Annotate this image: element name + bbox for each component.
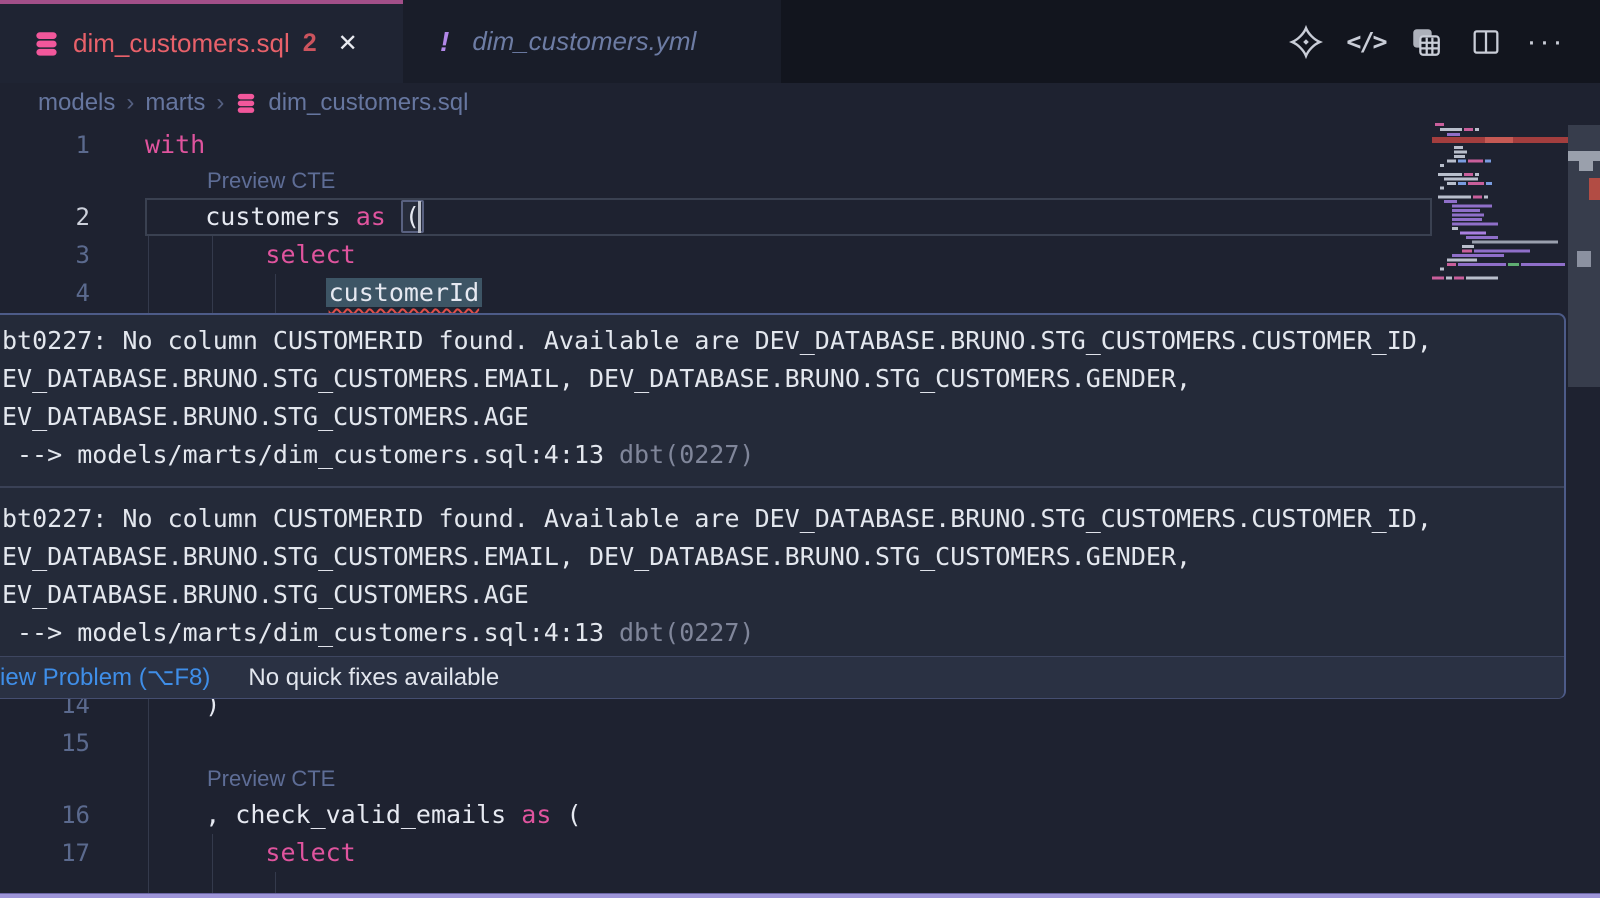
line-number: 16 [0, 796, 90, 834]
chevron-right-icon: › [126, 89, 134, 117]
text-cursor [418, 201, 421, 233]
tab-label: dim_customers.sql [73, 28, 290, 59]
error-message-line: EV_DATABASE.BRUNO.STG_CUSTOMERS.EMAIL, D… [0, 360, 1564, 398]
indent-guide [212, 236, 213, 313]
error-message-line: EV_DATABASE.BRUNO.STG_CUSTOMERS.AGE [0, 576, 1564, 614]
breadcrumb-file[interactable]: dim_customers.sql [268, 89, 468, 117]
tab-label: dim_customers.yml [472, 26, 696, 57]
line-number: 17 [0, 834, 90, 872]
line-number: 14 [0, 699, 90, 724]
line-number: 3 [0, 236, 90, 274]
no-quick-fixes-message: No quick fixes available [248, 664, 499, 692]
overview-ruler-marker [1579, 161, 1593, 171]
code-line-17[interactable]: 17 select [0, 834, 1432, 872]
indent-guide [148, 699, 149, 893]
code-line-15[interactable]: 15 [0, 724, 1432, 762]
dbt-power-user-icon[interactable] [1288, 24, 1324, 60]
error-source-code: dbt(0227) [619, 440, 754, 469]
overview-ruler-marker [1577, 251, 1591, 267]
line-number: 1 [0, 126, 90, 164]
problem-count-badge: 2 [303, 29, 317, 58]
indent-guide [148, 236, 149, 313]
compile-sql-icon[interactable]: </> [1348, 24, 1384, 60]
code-line-14[interactable]: 14 ) [0, 699, 1432, 724]
codelens-preview-cte[interactable]: Preview CTE [207, 164, 335, 198]
error-message-line: EV_DATABASE.BRUNO.STG_CUSTOMERS.EMAIL, D… [0, 538, 1564, 576]
chevron-right-icon: › [216, 89, 224, 117]
split-editor-icon[interactable] [1468, 24, 1504, 60]
minimap[interactable] [1432, 123, 1568, 313]
error-message-line: EV_DATABASE.BRUNO.STG_CUSTOMERS.AGE [0, 398, 1564, 436]
window-bottom-border [0, 893, 1600, 898]
line-number: 4 [0, 274, 90, 312]
close-icon[interactable]: ✕ [338, 29, 358, 58]
indent-guide [275, 872, 276, 893]
code-line-4[interactable]: 4 customerId [0, 274, 1432, 312]
error-hover-popup: bt0227: No column CUSTOMERID found. Avai… [0, 313, 1566, 699]
error-message-line: bt0227: No column CUSTOMERID found. Avai… [0, 322, 1564, 360]
code-line-2[interactable]: 2 customers as ( [0, 198, 1432, 236]
vscode-window: dim_customers.sql 2 ✕ ! dim_customers.ym… [0, 0, 1600, 898]
overview-ruler-error-marker [1589, 178, 1600, 200]
breadcrumb-models[interactable]: models [38, 89, 115, 117]
database-icon [33, 30, 60, 57]
database-icon [235, 92, 257, 114]
hover-divider [0, 486, 1564, 488]
code-line-3[interactable]: 3 select [0, 236, 1432, 274]
line-number: 15 [0, 724, 90, 762]
error-token-customerid[interactable]: customerId [326, 278, 483, 307]
warning-icon: ! [440, 26, 449, 58]
error-location-line: --> models/marts/dim_customers.sql:4:13d… [0, 614, 1564, 652]
code-line-16[interactable]: 16 , check_valid_emails as ( [0, 796, 1432, 834]
error-location-line: --> models/marts/dim_customers.sql:4:13d… [0, 436, 1564, 474]
error-message-line: bt0227: No column CUSTOMERID found. Avai… [0, 500, 1564, 538]
indent-guide [212, 834, 213, 893]
codelens-preview-cte[interactable]: Preview CTE [207, 762, 335, 796]
code-line-1[interactable]: 1 with [0, 126, 1432, 164]
error-block-2: bt0227: No column CUSTOMERID found. Avai… [0, 500, 1564, 652]
indent-guide [275, 274, 276, 313]
error-source-code: dbt(0227) [619, 618, 754, 647]
line-number: 2 [0, 198, 90, 236]
editor-region-bottom: 14 ) 15 Preview CTE 16 , check_valid_ema… [0, 699, 1600, 893]
breadcrumb: models › marts › dim_customers.sql [0, 83, 1600, 122]
tab-bar: dim_customers.sql 2 ✕ ! dim_customers.ym… [0, 0, 1600, 83]
tab-dim-customers-yml[interactable]: ! dim_customers.yml [403, 0, 781, 83]
tab-dim-customers-sql[interactable]: dim_customers.sql 2 ✕ [0, 0, 403, 83]
view-problem-link[interactable]: iew Problem (⌥F8) [0, 663, 210, 692]
overview-ruler-marker [1568, 151, 1600, 161]
query-results-icon[interactable] [1408, 24, 1444, 60]
error-block-1: bt0227: No column CUSTOMERID found. Avai… [0, 322, 1564, 474]
editor-actions: </> ··· [1288, 0, 1564, 83]
breadcrumb-marts[interactable]: marts [145, 89, 205, 117]
more-actions-icon[interactable]: ··· [1528, 24, 1564, 60]
hover-footer: iew Problem (⌥F8) No quick fixes availab… [0, 656, 1564, 698]
